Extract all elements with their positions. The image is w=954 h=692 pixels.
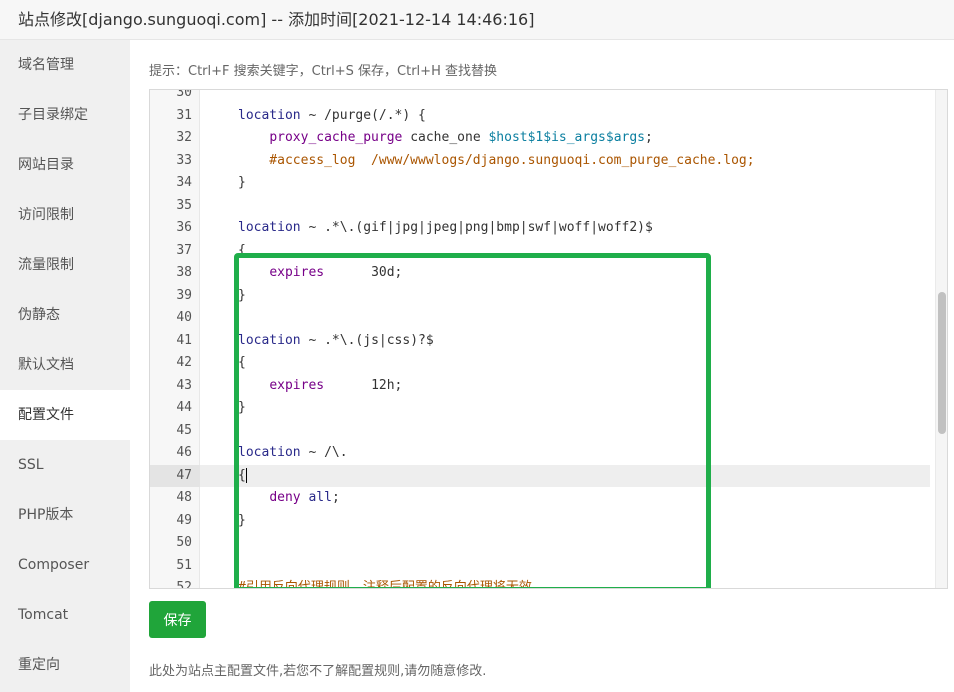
code-line[interactable]: 46 location ~ /\.: [150, 442, 930, 465]
line-code: {: [238, 467, 247, 483]
code-line[interactable]: 36 location ~ .*\.(gif|jpg|jpeg|png|bmp|s…: [150, 217, 930, 240]
code-line[interactable]: 42 {: [150, 352, 930, 375]
code-line[interactable]: 44}: [150, 397, 930, 420]
code-line[interactable]: 48 deny all;: [150, 487, 930, 510]
code-line[interactable]: 50: [150, 532, 930, 555]
code-line[interactable]: 40: [150, 307, 930, 330]
code-line[interactable]: 43 expires 12h;: [150, 375, 930, 398]
sidebar-item-traffic-limit[interactable]: 流量限制: [0, 240, 130, 290]
code-line[interactable]: 41 location ~ .*\.(js|css)?$: [150, 330, 930, 353]
dialog-title: 站点修改[django.sunguoqi.com] -- 添加时间[2021-1…: [0, 0, 954, 40]
line-code: location ~ .*\.(gif|jpg|jpeg|png|bmp|swf…: [238, 220, 653, 235]
line-number: 33: [176, 152, 192, 168]
sidebar-item-subdir-binding[interactable]: 子目录绑定: [0, 90, 130, 140]
sidebar-item-php-version[interactable]: PHP版本: [0, 490, 130, 540]
config-panel: 提示：Ctrl+F 搜索关键字，Ctrl+S 保存，Ctrl+H 查找替换 30…: [130, 40, 954, 692]
code-line[interactable]: 34}: [150, 172, 930, 195]
line-code: #引用反向代理规则，注释后配置的反向代理将无效: [238, 580, 532, 589]
code-lines[interactable]: 30 31 location ~ /purge(/.*) { 32 proxy_cac…: [150, 89, 930, 589]
sidebar-item-default-doc[interactable]: 默认文档: [0, 340, 130, 390]
sidebar: 域名管理 子目录绑定 网站目录 访问限制 流量限制 伪静态 默认文档 配置文件 …: [0, 40, 130, 692]
shortcut-hint: 提示：Ctrl+F 搜索关键字，Ctrl+S 保存，Ctrl+H 查找替换: [149, 64, 497, 79]
line-number: 43: [176, 377, 192, 393]
code-line[interactable]: 31 location ~ /purge(/.*) {: [150, 105, 930, 128]
line-number: 38: [176, 265, 192, 280]
line-code: {: [238, 355, 246, 370]
line-number: 49: [176, 512, 192, 528]
code-line[interactable]: 49}: [150, 510, 930, 533]
code-line[interactable]: 51: [150, 555, 930, 578]
code-line[interactable]: 52 #引用反向代理规则，注释后配置的反向代理将无效: [150, 577, 930, 589]
line-number: 47: [150, 464, 200, 487]
sidebar-item-rewrite[interactable]: 伪静态: [0, 290, 130, 340]
code-line[interactable]: 39}: [150, 285, 930, 308]
line-number: 40: [176, 310, 192, 325]
line-code: }: [238, 400, 246, 415]
line-code: #access_log /www/wwwlogs/django.sunguoqi…: [238, 152, 755, 168]
line-number: 50: [176, 535, 192, 550]
config-warning-note: 此处为站点主配置文件,若您不了解配置规则,请勿随意修改.: [149, 664, 487, 679]
code-editor[interactable]: 30 31 location ~ /purge(/.*) { 32 proxy_cac…: [149, 89, 948, 589]
line-code: }: [238, 287, 246, 303]
sidebar-item-config-file[interactable]: 配置文件: [0, 390, 130, 440]
line-number: 44: [176, 400, 192, 415]
line-code: expires 30d;: [269, 265, 403, 280]
sidebar-item-site-dir[interactable]: 网站目录: [0, 140, 130, 190]
line-code: }: [238, 175, 246, 190]
line-number: 30: [176, 89, 192, 100]
sidebar-item-ssl[interactable]: SSL: [0, 440, 130, 490]
line-number: 34: [176, 175, 192, 190]
code-line[interactable]: 32 proxy_cache_purge cache_one $host$1$i…: [150, 127, 930, 150]
line-number: 51: [176, 557, 192, 573]
code-line[interactable]: 33 #access_log /www/wwwlogs/django.sungu…: [150, 150, 930, 173]
code-line[interactable]: 38 expires 30d;: [150, 262, 930, 285]
line-code: expires 12h;: [269, 377, 403, 393]
line-code: {: [238, 242, 246, 258]
code-line[interactable]: 30: [150, 89, 930, 105]
line-number: 41: [176, 332, 192, 348]
line-number: 35: [176, 197, 192, 213]
line-code: }: [238, 512, 246, 528]
line-number: 36: [176, 220, 192, 235]
line-number: 37: [176, 242, 192, 258]
editor-scrollbar[interactable]: [935, 90, 947, 588]
line-number: 52: [176, 580, 192, 589]
sidebar-item-domain[interactable]: 域名管理: [0, 40, 130, 90]
line-number: 45: [176, 422, 192, 438]
line-code: deny all;: [269, 490, 340, 505]
code-line[interactable]: 37 {: [150, 240, 930, 263]
line-number: 31: [176, 107, 192, 123]
code-line[interactable]: 47 {: [150, 464, 930, 487]
line-number: 46: [176, 445, 192, 460]
text-cursor: [245, 467, 247, 483]
code-line[interactable]: 35: [150, 195, 930, 218]
code-line[interactable]: 45: [150, 420, 930, 443]
scrollbar-thumb[interactable]: [938, 292, 946, 434]
line-code: location ~ .*\.(js|css)?$: [238, 332, 434, 348]
sidebar-item-tomcat[interactable]: Tomcat: [0, 590, 130, 640]
line-number: 42: [176, 355, 192, 370]
line-number: 48: [176, 490, 192, 505]
save-button[interactable]: 保存: [149, 601, 206, 638]
line-code: location ~ /\.: [238, 445, 348, 460]
line-number: 32: [176, 130, 192, 145]
sidebar-item-redirect[interactable]: 重定向: [0, 640, 130, 690]
line-number: 39: [176, 287, 192, 303]
sidebar-item-composer[interactable]: Composer: [0, 540, 130, 590]
line-code: proxy_cache_purge cache_one $host$1$is_a…: [269, 130, 653, 145]
sidebar-item-access-limit[interactable]: 访问限制: [0, 190, 130, 240]
line-code: location ~ /purge(/.*) {: [238, 107, 426, 123]
